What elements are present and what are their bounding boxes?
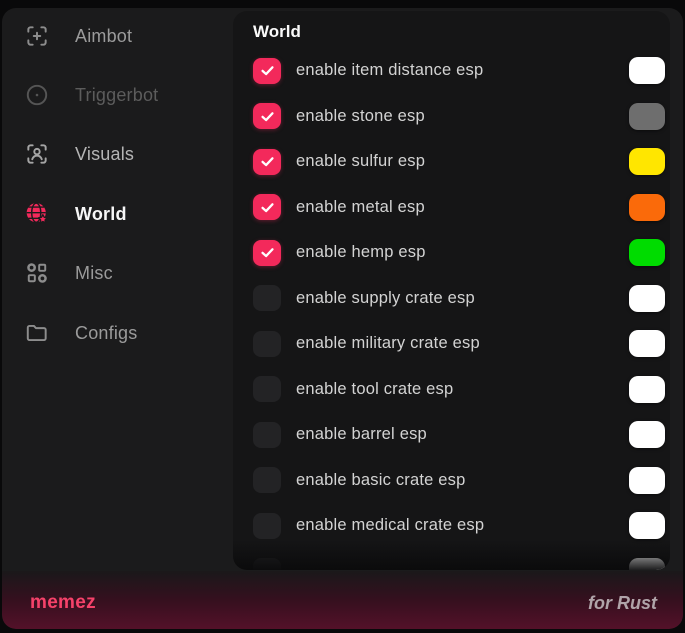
sidebar-item-label: Aimbot [75,26,132,47]
setting-label: enable metal esp [296,198,425,217]
esp-checkbox[interactable] [253,58,281,84]
color-swatch[interactable] [629,330,665,357]
color-swatch[interactable] [629,285,665,312]
sidebar-item-label: Visuals [75,144,134,165]
checkmark-icon [259,199,276,216]
sidebar-item-label: Triggerbot [75,85,158,106]
sidebar-item-world[interactable]: World [24,194,127,234]
color-swatch[interactable] [629,376,665,403]
cheat-menu-window: Aimbot Triggerbot [2,8,683,629]
esp-checkbox[interactable] [253,194,281,220]
sidebar-item-label: Misc [75,263,113,284]
setting-row: enable hemp esp [233,230,670,276]
sidebar-item-triggerbot[interactable]: Triggerbot [24,75,158,115]
setting-row: enable basic crate esp [233,458,670,504]
esp-checkbox[interactable] [253,240,281,266]
checkmark-icon [259,62,276,79]
esp-checkbox[interactable] [253,285,281,311]
esp-checkbox[interactable] [253,376,281,402]
setting-row: enable stone esp [233,94,670,140]
setting-label: enable military crate esp [296,334,480,353]
color-swatch[interactable] [629,558,665,570]
color-swatch[interactable] [629,148,665,175]
esp-checkbox[interactable] [253,467,281,493]
setting-label: enable medical crate esp [296,516,484,535]
esp-checkbox[interactable] [253,513,281,539]
setting-row: enable barrel esp [233,412,670,458]
app-window: Aimbot Triggerbot [0,0,685,633]
crosshair-plus-icon [24,23,50,49]
settings-list[interactable]: enable item distance esp enable stone es… [233,48,670,570]
color-swatch[interactable] [629,57,665,84]
setting-label: enable basic crate esp [296,471,466,490]
world-settings-panel: World enable item distance esp enable st… [233,11,670,570]
checkmark-icon [259,153,276,170]
setting-label: enable barrel esp [296,425,427,444]
color-swatch[interactable] [629,512,665,539]
esp-checkbox[interactable] [253,558,281,570]
shapes-grid-icon [24,260,50,286]
color-swatch[interactable] [629,194,665,221]
esp-checkbox[interactable] [253,422,281,448]
checkmark-icon [259,108,276,125]
setting-label: enable item distance esp [296,61,483,80]
folder-icon [24,320,50,346]
sidebar-item-misc[interactable]: Misc [24,253,113,293]
checkmark-icon [259,244,276,261]
setting-row: enable metal esp [233,185,670,231]
esp-checkbox[interactable] [253,103,281,129]
color-swatch[interactable] [629,421,665,448]
setting-row [233,549,670,571]
setting-row: enable supply crate esp [233,276,670,322]
setting-label: enable sulfur esp [296,152,425,171]
setting-label: enable tool crate esp [296,380,453,399]
brand-tagline: for Rust [588,593,657,614]
setting-row: enable military crate esp [233,321,670,367]
brand-name: memez [30,592,96,614]
color-swatch[interactable] [629,103,665,130]
setting-row: enable medical crate esp [233,503,670,549]
color-swatch[interactable] [629,467,665,494]
user-scan-icon [24,141,50,167]
setting-row: enable sulfur esp [233,139,670,185]
sidebar-item-label: World [75,204,127,225]
setting-row: enable item distance esp [233,48,670,94]
esp-checkbox[interactable] [253,331,281,357]
setting-label: enable stone esp [296,107,425,126]
sidebar-item-aimbot[interactable]: Aimbot [24,16,132,56]
setting-label: enable supply crate esp [296,289,475,308]
color-swatch[interactable] [629,239,665,266]
sidebar-item-visuals[interactable]: Visuals [24,134,134,174]
circle-dot-icon [24,82,50,108]
panel-title: World [253,22,301,42]
esp-checkbox[interactable] [253,149,281,175]
setting-row: enable tool crate esp [233,367,670,413]
setting-label: enable hemp esp [296,243,426,262]
sidebar: Aimbot Triggerbot [2,8,233,629]
globe-star-icon [24,201,50,227]
sidebar-item-label: Configs [75,323,137,344]
footer-bar: memez for Rust [2,571,683,629]
sidebar-item-configs[interactable]: Configs [24,313,137,353]
